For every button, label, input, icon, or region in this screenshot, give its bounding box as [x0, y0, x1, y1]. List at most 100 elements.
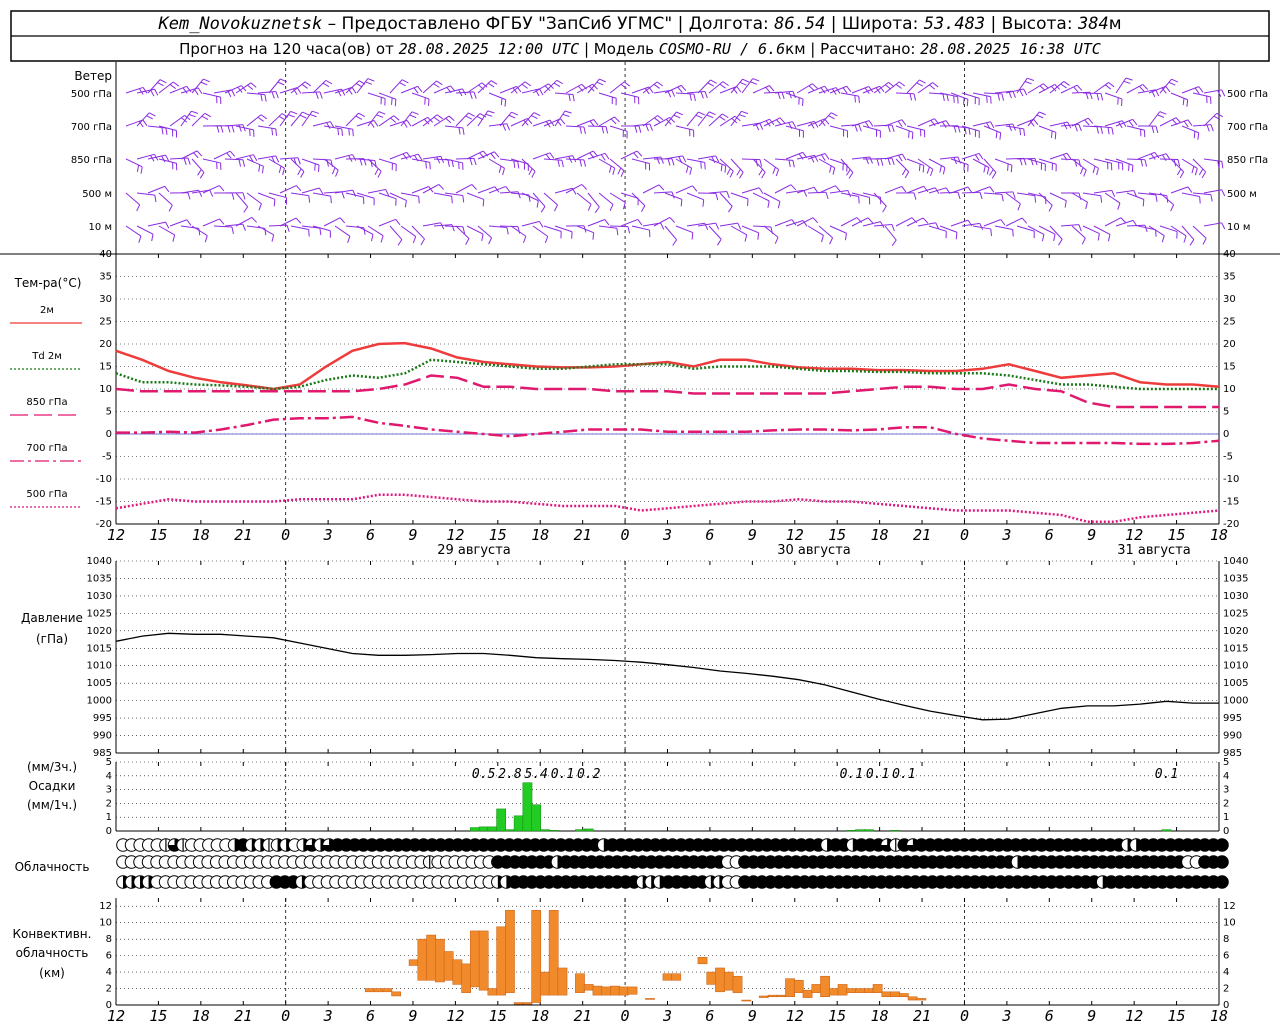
- wind-barb: [873, 192, 887, 207]
- y-tick-label-left: -10: [96, 474, 112, 485]
- wind-barb-flag: [258, 203, 262, 211]
- wind-barb-flag: [161, 127, 164, 135]
- wind-barb: [147, 79, 161, 94]
- wind-barb-flag: [657, 115, 664, 121]
- wind-barb-flag: [433, 116, 440, 122]
- wind-barb-flag: [608, 165, 612, 173]
- wind-barb-flag: [1087, 117, 1094, 124]
- temp-title: Тем-ра(°C): [14, 276, 82, 290]
- wind-barb-flag: [1197, 132, 1200, 140]
- wind-barb: [1049, 192, 1067, 202]
- wind-barb-flag: [553, 82, 561, 88]
- wind-barb-flag: [654, 117, 661, 123]
- wind-barb-flag: [1206, 124, 1210, 132]
- wind-barb: [301, 187, 320, 194]
- convective-bar: [540, 971, 550, 996]
- wind-barb-flag: [1039, 111, 1046, 116]
- wind-barb-flag: [677, 86, 683, 93]
- wind-barb-flag: [378, 111, 386, 115]
- convective-bar: [916, 998, 927, 1001]
- wind-barb-flag: [825, 192, 829, 200]
- wind-barb-flag: [204, 235, 208, 243]
- wind-barb-flag: [154, 88, 159, 96]
- y-tick-label-right: 1: [1223, 812, 1229, 823]
- wind-level-left: 850 гПа: [71, 155, 112, 166]
- wind-barb-flag: [540, 206, 546, 213]
- convective-bar: [881, 991, 892, 998]
- wind-barb-flag: [1081, 237, 1086, 245]
- wind-barb-flag: [847, 190, 852, 198]
- wind-barb-flag: [904, 171, 910, 179]
- wind-level-right: 850 гПа: [1227, 155, 1268, 166]
- wind-barb-flag: [165, 127, 168, 135]
- wind-barb-flag: [1175, 117, 1182, 124]
- wind-barb-flag: [846, 85, 852, 93]
- wind-barb-flag: [689, 167, 693, 175]
- wind-barb: [972, 158, 990, 168]
- wind-barb: [345, 225, 364, 229]
- wind-barb: [1148, 225, 1165, 237]
- wind-barb: [609, 225, 629, 228]
- wind-barb-flag: [614, 116, 620, 123]
- wind-barb: [983, 219, 1001, 227]
- wind-level-left: 700 гПа: [71, 122, 112, 133]
- wind-barb-flag: [758, 168, 763, 176]
- wind-barb: [906, 158, 924, 166]
- wind-barb: [741, 187, 760, 194]
- wind-barb-flag: [445, 117, 452, 124]
- wind-barb: [939, 156, 958, 160]
- wind-barb-flag: [1111, 190, 1116, 197]
- wind-barb: [620, 218, 638, 227]
- wind-barb-flag: [898, 81, 906, 87]
- convective-bar: [391, 991, 401, 997]
- wind-barb-flag: [769, 85, 775, 92]
- wind-level-right: 500 м: [1227, 189, 1257, 200]
- wind-barb: [1016, 77, 1028, 94]
- wind-barb: [796, 83, 813, 94]
- wind-barb: [653, 191, 672, 194]
- wind-barb-flag: [420, 238, 425, 246]
- wind-barb: [642, 81, 658, 94]
- wind-barb: [301, 158, 320, 166]
- y-tick-label-right: 20: [1223, 339, 1236, 350]
- header-line-2: Прогноз на 120 часа(ов) от 28.08.2025 12…: [179, 40, 1101, 58]
- wind-barb: [675, 125, 694, 131]
- wind-barb: [257, 91, 276, 94]
- wind-barb-flag: [656, 81, 664, 87]
- wind-barb-flag: [1076, 84, 1083, 91]
- convective-bar: [715, 967, 725, 993]
- wind-barb: [1148, 111, 1161, 127]
- precip-bar: [505, 829, 515, 832]
- wind-barb-flag: [579, 126, 582, 134]
- convective-bar: [662, 973, 673, 981]
- wind-barb-flag: [596, 81, 604, 86]
- wind-barb-flag: [142, 119, 148, 126]
- wind-barb: [147, 185, 165, 194]
- wind-barb-flag: [739, 81, 747, 86]
- wind-barb: [829, 225, 847, 234]
- wind-barb: [367, 111, 380, 127]
- wind-barb-flag: [465, 238, 470, 245]
- wind-barb-flag: [759, 159, 763, 167]
- y-tick-label-right: 15: [1223, 362, 1236, 373]
- wind-barb: [763, 192, 781, 202]
- wind-barb: [587, 125, 607, 128]
- wind-barb-flag: [370, 160, 373, 168]
- wind-barb-flag: [979, 192, 983, 200]
- wind-barb-flag: [634, 125, 638, 133]
- wind-barb-flag: [858, 96, 860, 104]
- wind-barb-flag: [1198, 86, 1204, 93]
- convective-bar: [872, 984, 883, 993]
- wind-barb: [785, 125, 804, 132]
- wind-barb: [708, 113, 723, 127]
- wind-barb-flag: [322, 82, 330, 88]
- wind-barb: [290, 192, 309, 197]
- wind-barb-flag: [260, 94, 263, 102]
- x-tick-label: 9: [748, 1007, 757, 1024]
- wind-barb-flag: [617, 167, 622, 175]
- x-tick-label: 9: [748, 526, 757, 544]
- wind-barb-flag: [473, 91, 477, 99]
- wind-barb-flag: [490, 80, 498, 85]
- precip-value-label: 0.5: [472, 767, 496, 782]
- wind-barb-flag: [508, 114, 516, 119]
